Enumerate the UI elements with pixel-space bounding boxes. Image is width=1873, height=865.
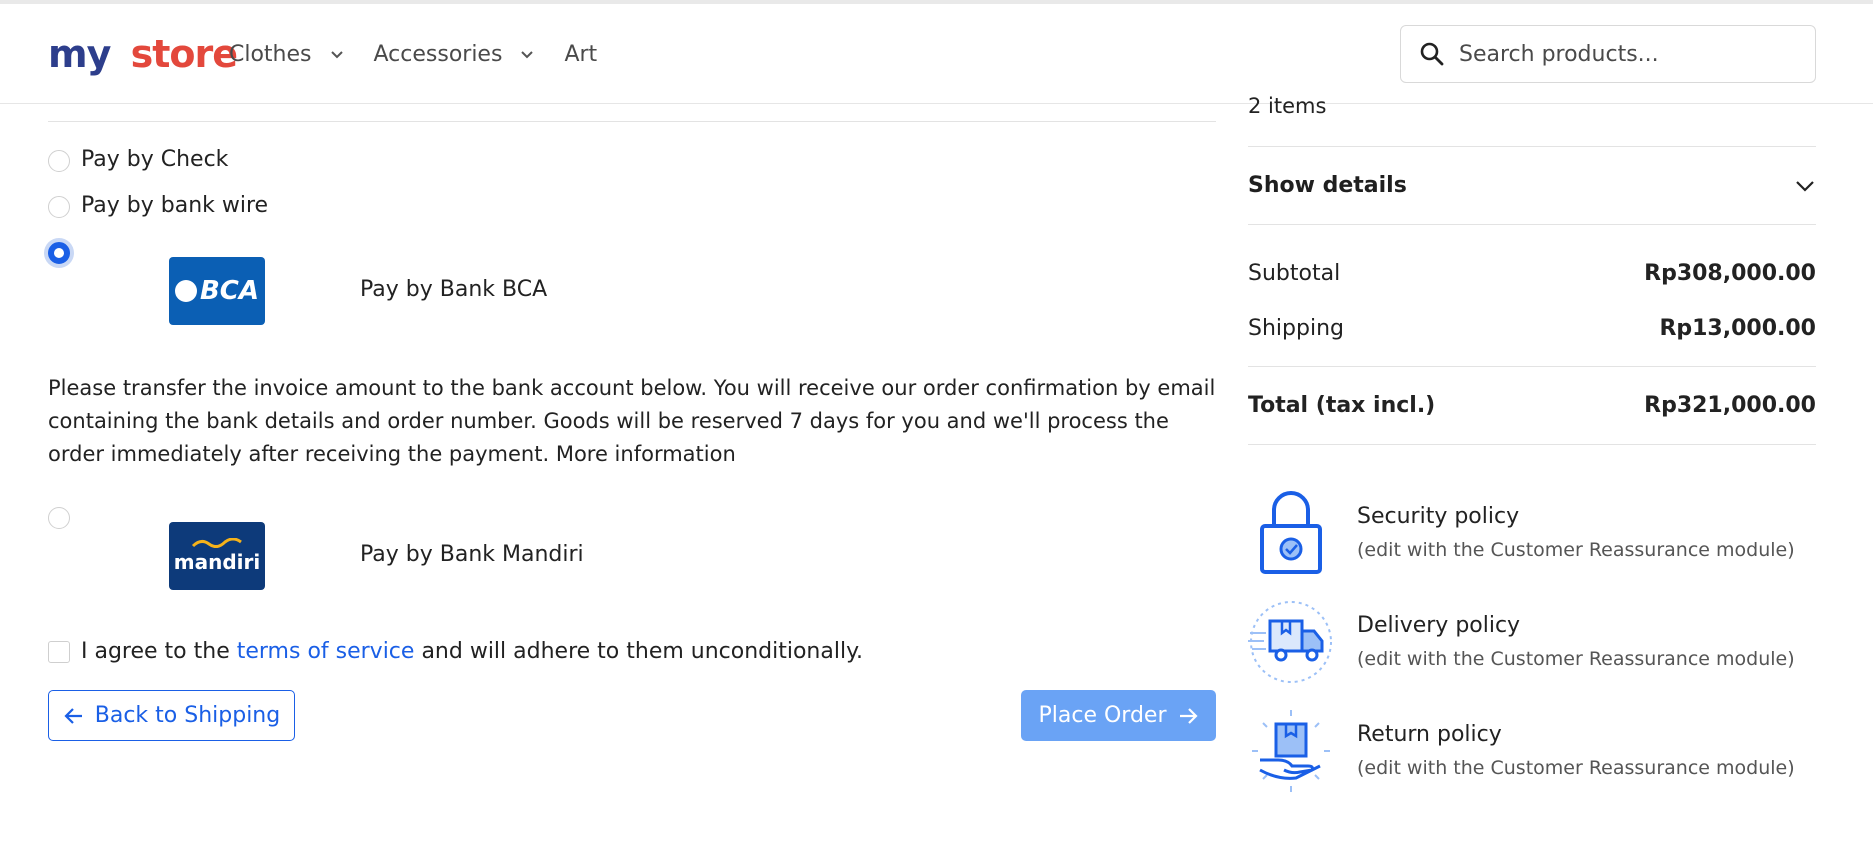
option-label-bank-wire: Pay by bank wire (81, 193, 269, 218)
nav-item-clothes[interactable]: Clothes (229, 42, 344, 67)
nav-label: Accessories (373, 42, 503, 67)
terms-prefix: I agree to the (81, 639, 237, 664)
subtotal-value: Rp308,000.00 (1644, 261, 1816, 286)
total-label: Total (tax incl.) (1248, 393, 1436, 418)
logo-part-my: my (48, 32, 111, 76)
radio-pay-check[interactable] (48, 150, 70, 172)
store-logo[interactable]: my store (48, 32, 238, 76)
reassurance-title: Return policy (1357, 722, 1502, 747)
chevron-down-icon (330, 50, 343, 58)
reassurance-title: Delivery policy (1357, 613, 1521, 638)
section-divider (48, 121, 1216, 122)
bca-emblem-icon (174, 280, 197, 302)
total-value: Rp321,000.00 (1644, 393, 1816, 418)
place-order-button[interactable]: Place Order (1021, 690, 1216, 741)
summary-divider (1248, 366, 1816, 367)
reassurance-title: Security policy (1357, 504, 1520, 529)
total-row: Total (tax incl.) Rp321,000.00 (1248, 393, 1816, 418)
arrow-right-icon (1179, 707, 1198, 724)
bca-logo-text: BCA (199, 276, 260, 306)
search-input[interactable] (1459, 41, 1799, 67)
chevron-down-icon (1796, 180, 1814, 192)
terms-checkbox[interactable] (48, 641, 70, 663)
option-label-check: Pay by Check (81, 147, 229, 172)
cart-items-count: 2 items (1248, 94, 1327, 118)
option-label-mandiri: Pay by Bank Mandiri (360, 542, 584, 567)
mandiri-wave-icon (191, 538, 242, 548)
nav-item-art[interactable]: Art (564, 42, 597, 67)
summary-divider (1248, 146, 1816, 147)
mandiri-logo-text: mandiri (173, 550, 261, 574)
reassurance-subtitle: (edit with the Customer Reassurance modu… (1357, 539, 1795, 561)
radio-pay-bank-wire[interactable] (48, 196, 70, 218)
bca-logo: BCA (169, 257, 265, 325)
mandiri-logo: mandiri (169, 522, 265, 590)
search-box[interactable] (1400, 25, 1816, 83)
radio-pay-mandiri[interactable] (48, 507, 70, 529)
place-order-label: Place Order (1038, 703, 1167, 728)
return-box-icon (1252, 710, 1330, 792)
summary-divider (1248, 444, 1816, 445)
show-details-label: Show details (1248, 173, 1407, 198)
option-label-bca: Pay by Bank BCA (360, 277, 548, 302)
shipping-row: Shipping Rp13,000.00 (1248, 316, 1816, 341)
reassurance-subtitle: (edit with the Customer Reassurance modu… (1357, 648, 1795, 670)
main-nav: Clothes Accessories Art (229, 42, 627, 67)
shipping-value: Rp13,000.00 (1659, 316, 1816, 341)
show-details-toggle[interactable]: Show details (1248, 173, 1816, 198)
subtotal-row: Subtotal Rp308,000.00 (1248, 261, 1816, 286)
nav-item-accessories[interactable]: Accessories (374, 42, 535, 67)
back-button-label: Back to Shipping (94, 703, 281, 728)
subtotal-label: Subtotal (1248, 261, 1341, 286)
terms-of-service-link[interactable]: terms of service (237, 639, 415, 664)
arrow-left-icon (64, 707, 82, 724)
terms-label: I agree to the terms of service and will… (81, 639, 863, 664)
chevron-down-icon (521, 50, 534, 58)
reassurance-return: Return policy (edit with the Customer Re… (1248, 708, 1816, 803)
reassurance-security: Security policy (edit with the Customer … (1248, 490, 1816, 585)
radio-pay-bca[interactable] (48, 242, 70, 264)
lock-icon (1260, 491, 1322, 574)
site-header: my store Clothes Accessories Art (0, 4, 1873, 104)
reassurance-delivery: Delivery policy (edit with the Customer … (1248, 599, 1816, 694)
terms-suffix: and will adhere to them unconditionally. (414, 639, 863, 664)
logo-part-store: store (130, 32, 238, 76)
truck-icon (1248, 601, 1332, 683)
back-to-shipping-button[interactable]: Back to Shipping (48, 690, 295, 741)
shipping-label: Shipping (1248, 316, 1344, 341)
summary-divider (1248, 224, 1816, 225)
nav-label: Clothes (229, 42, 312, 67)
bca-payment-description: Please transfer the invoice amount to th… (48, 376, 1216, 466)
reassurance-subtitle: (edit with the Customer Reassurance modu… (1357, 757, 1795, 779)
search-icon (1420, 42, 1444, 66)
nav-label: Art (564, 42, 598, 67)
